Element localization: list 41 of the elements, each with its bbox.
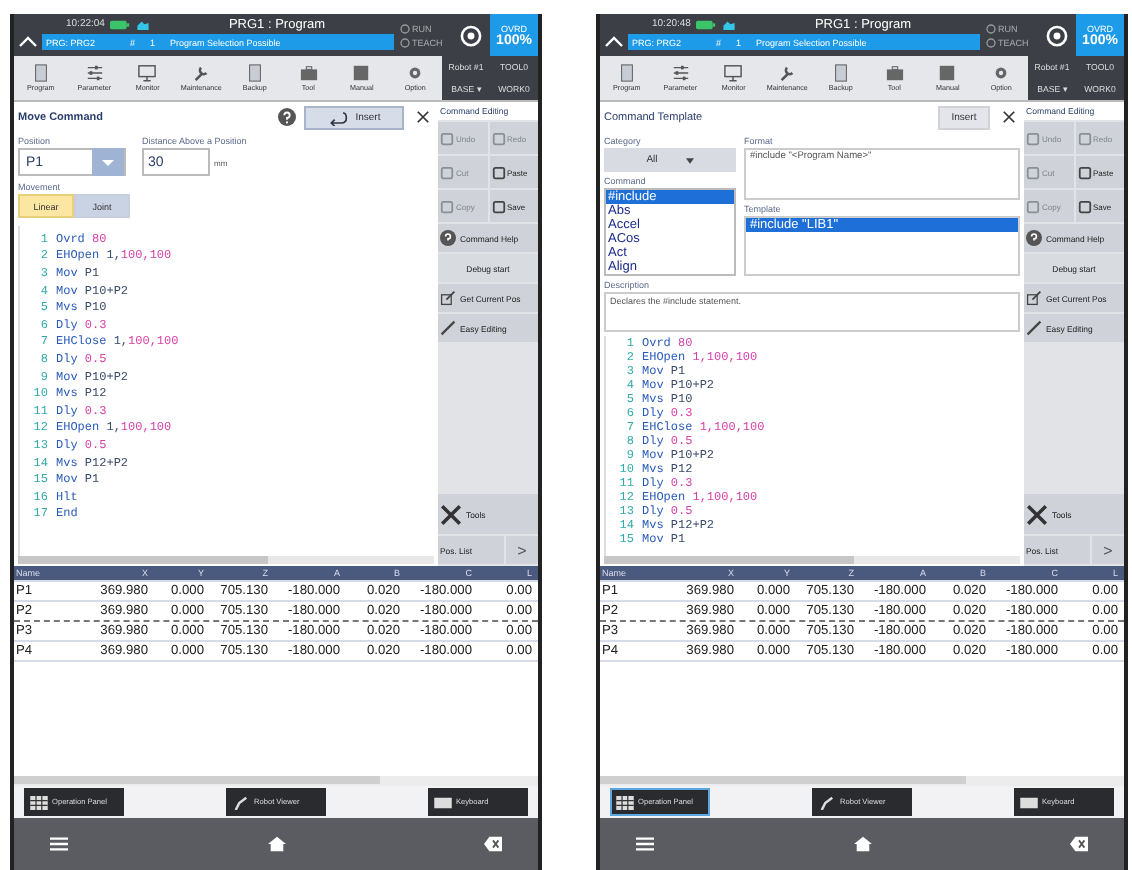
pencil-box-icon [1026,290,1042,306]
toolbox-icon[interactable] [297,64,320,82]
power-icon[interactable] [1044,22,1070,48]
scrollbar[interactable] [18,556,434,564]
grid-icon [30,795,48,809]
pencil-icon [440,320,456,336]
menu-icon[interactable] [50,836,68,852]
close-icon[interactable] [416,110,430,124]
return-arrow-icon [327,109,348,125]
scrollbar[interactable] [14,776,538,786]
battery-icon [110,19,131,29]
next-button[interactable]: > [506,536,538,564]
dropdown-arrow-icon [685,157,694,163]
home-icon[interactable] [853,836,871,852]
document-icon[interactable] [829,64,852,82]
toolbox-icon[interactable] [883,64,906,82]
power-icon[interactable] [458,22,484,48]
battery-icon [696,19,717,29]
caret-up-icon[interactable] [604,36,624,48]
help-icon [440,230,456,246]
grid-icon [616,795,634,809]
backspace-icon[interactable] [484,836,502,852]
caret-up-icon[interactable] [18,36,38,48]
menu-icon[interactable] [636,836,654,852]
sliders-icon[interactable] [83,64,106,82]
sliders-icon[interactable] [669,64,692,82]
wrench-icon[interactable] [776,64,799,82]
home-icon[interactable] [267,836,285,852]
wrench-icon[interactable] [190,64,213,82]
pencil-box-icon [440,290,456,306]
backspace-icon[interactable] [1070,836,1088,852]
monitor-icon[interactable] [136,64,159,82]
monitor-icon[interactable] [722,64,745,82]
scrollbar[interactable] [604,556,1020,564]
help-icon[interactable] [278,108,296,126]
help-icon [1026,230,1042,246]
pencil-icon [1026,320,1042,336]
scrollbar[interactable] [600,776,1124,786]
document-icon[interactable] [243,64,266,82]
close-icon[interactable] [1002,110,1016,124]
next-button[interactable]: > [1092,536,1124,564]
